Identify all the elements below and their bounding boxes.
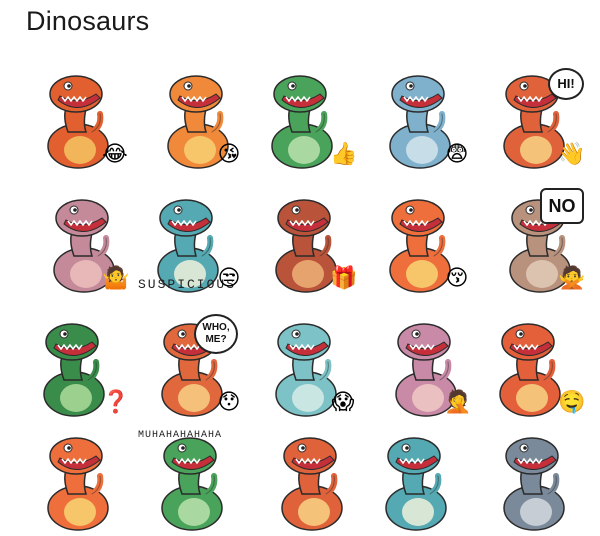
emoji-icon: 🤦: [444, 390, 472, 415]
emoji-icon: 😘: [217, 142, 241, 167]
sticker-trex-who-me[interactable]: WHO, ME? 😯: [138, 310, 246, 422]
sticker-trex-laughing[interactable]: 😂: [24, 62, 132, 174]
sticker-dino-door[interactable]: [480, 424, 588, 536]
sticker-brachiosaurus-laptop[interactable]: 😨: [366, 62, 474, 174]
page-title: Dinosaurs: [26, 6, 150, 36]
emoji-icon: 🤤: [558, 390, 586, 415]
emoji-icon: 🎁: [330, 266, 358, 291]
emoji-icon: ❓: [102, 390, 130, 415]
dino-illustration: [281, 437, 343, 531]
emoji-icon: 👋: [558, 142, 586, 167]
emoji-icon: 😂: [102, 142, 128, 167]
emoji-icon: 😒: [217, 266, 241, 291]
emoji-icon: 😚: [445, 266, 469, 291]
sticker-dino-thinking[interactable]: [366, 424, 474, 536]
sticker-pterodactyl-gift[interactable]: 🎁: [252, 186, 360, 298]
emoji-icon: 😱: [331, 390, 355, 415]
sticker-dino-screaming[interactable]: 😱: [252, 310, 360, 422]
emoji-icon: 🙅: [558, 266, 586, 291]
sticker-trex-drooling[interactable]: 🤤: [480, 310, 588, 422]
sticker-parasaurolophus-hearts[interactable]: 😚: [366, 186, 474, 298]
sticker-trex-peek[interactable]: [252, 424, 360, 536]
speech-bubble: NO: [540, 188, 584, 224]
sticker-trex-hi[interactable]: HI! 👋: [480, 62, 588, 174]
sticker-raptor-thumbsup[interactable]: 👍: [252, 62, 360, 174]
dino-illustration: [503, 437, 565, 531]
dino-illustration: [385, 437, 447, 531]
emoji-icon: 👍: [330, 142, 358, 167]
sticker-parasaurolophus-kiss[interactable]: 😘: [138, 62, 246, 174]
sticker-croc-muhaha[interactable]: MUHAHAHAHAHA: [138, 424, 246, 536]
sticker-raptor-question[interactable]: ❓: [24, 310, 132, 422]
sticker-triceratops-shrug[interactable]: 🤷: [24, 186, 132, 298]
sticker-caption: MUHAHAHAHAHA: [138, 430, 223, 441]
sticker-iguanodon-suspicious[interactable]: SUSPICIOUS 😒: [138, 186, 246, 298]
emoji-icon: 😯: [217, 390, 241, 415]
speech-bubble: HI!: [548, 68, 584, 100]
sticker-parasaurolophus-peek[interactable]: [24, 424, 132, 536]
emoji-icon: 😨: [445, 142, 469, 167]
dino-illustration: [47, 437, 109, 531]
sticker-triceratops-facepalm[interactable]: 🤦: [366, 310, 474, 422]
emoji-icon: 🤷: [102, 266, 130, 291]
sticker-pachy-no[interactable]: NO 🙅: [480, 186, 588, 298]
speech-bubble: WHO, ME?: [194, 314, 238, 354]
